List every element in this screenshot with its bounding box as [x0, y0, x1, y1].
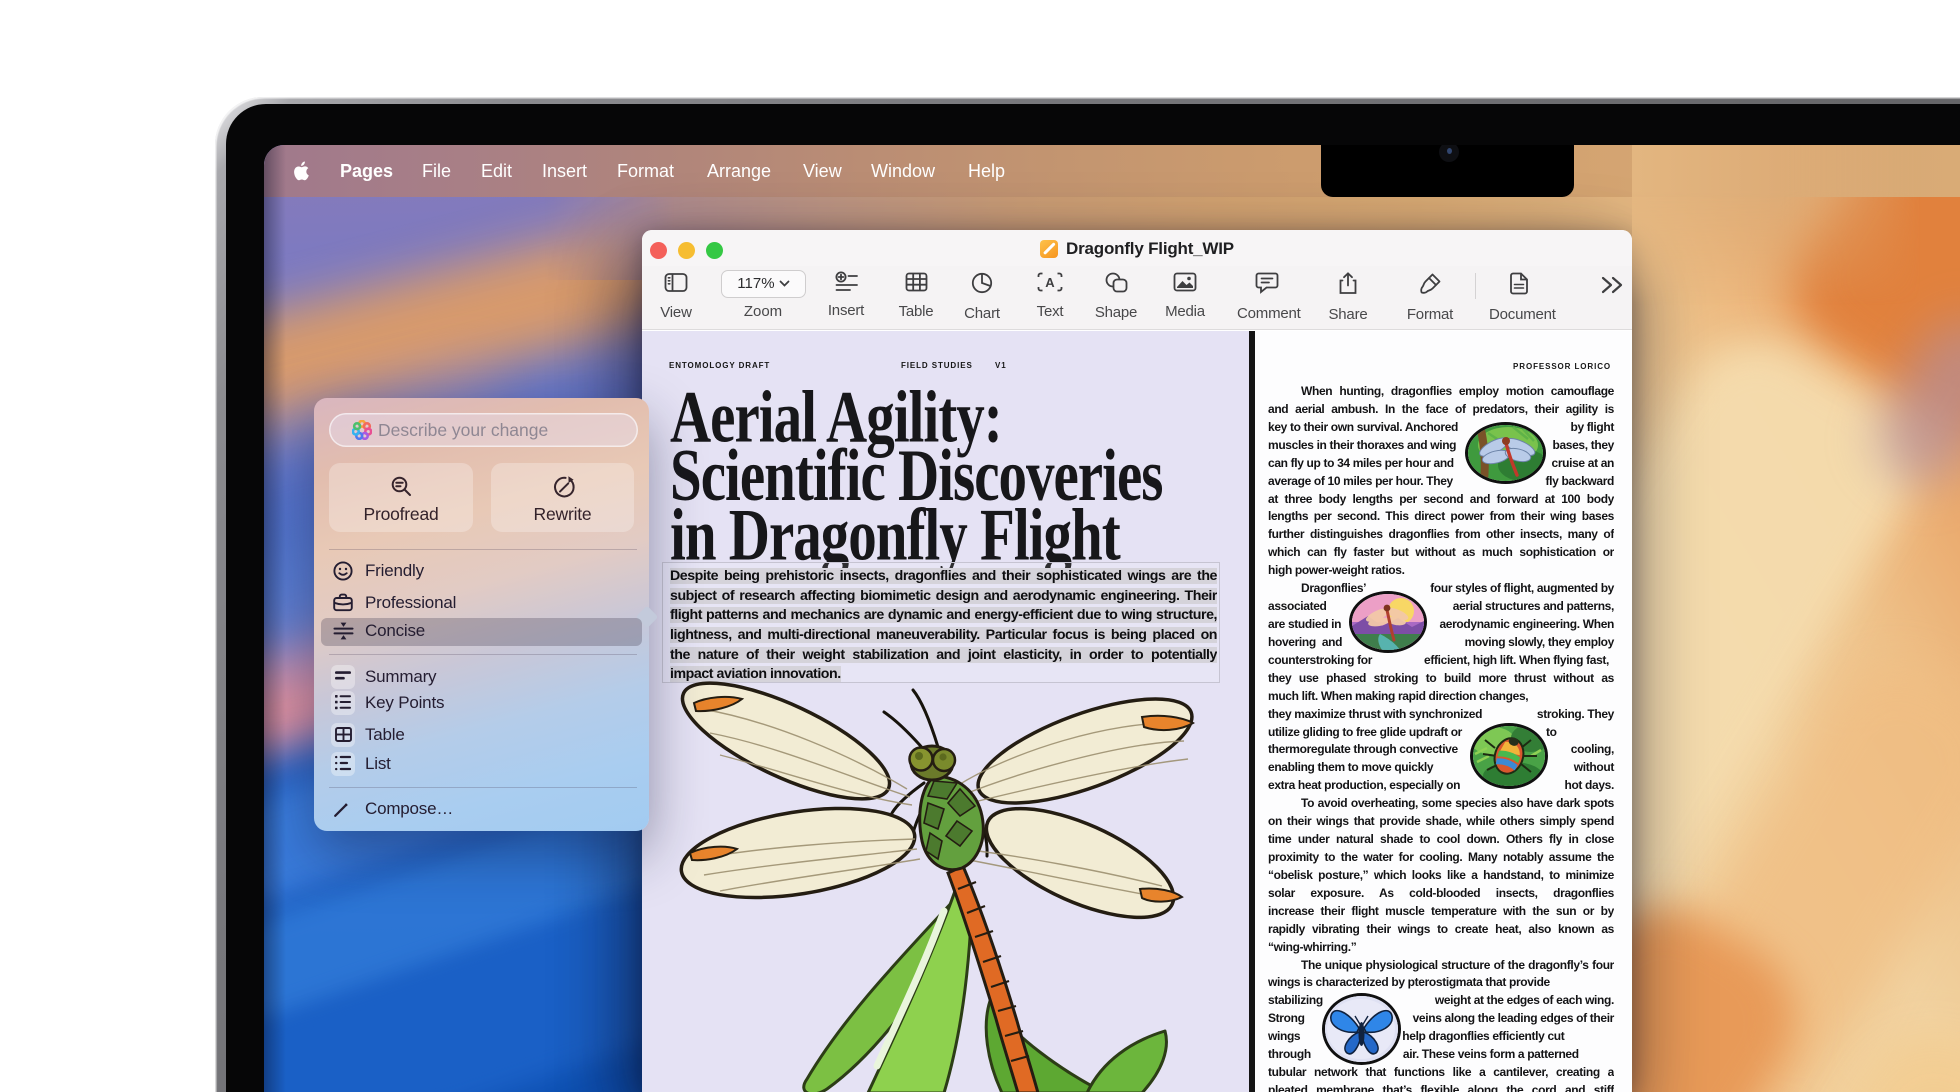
svg-text:A: A	[1045, 275, 1055, 290]
